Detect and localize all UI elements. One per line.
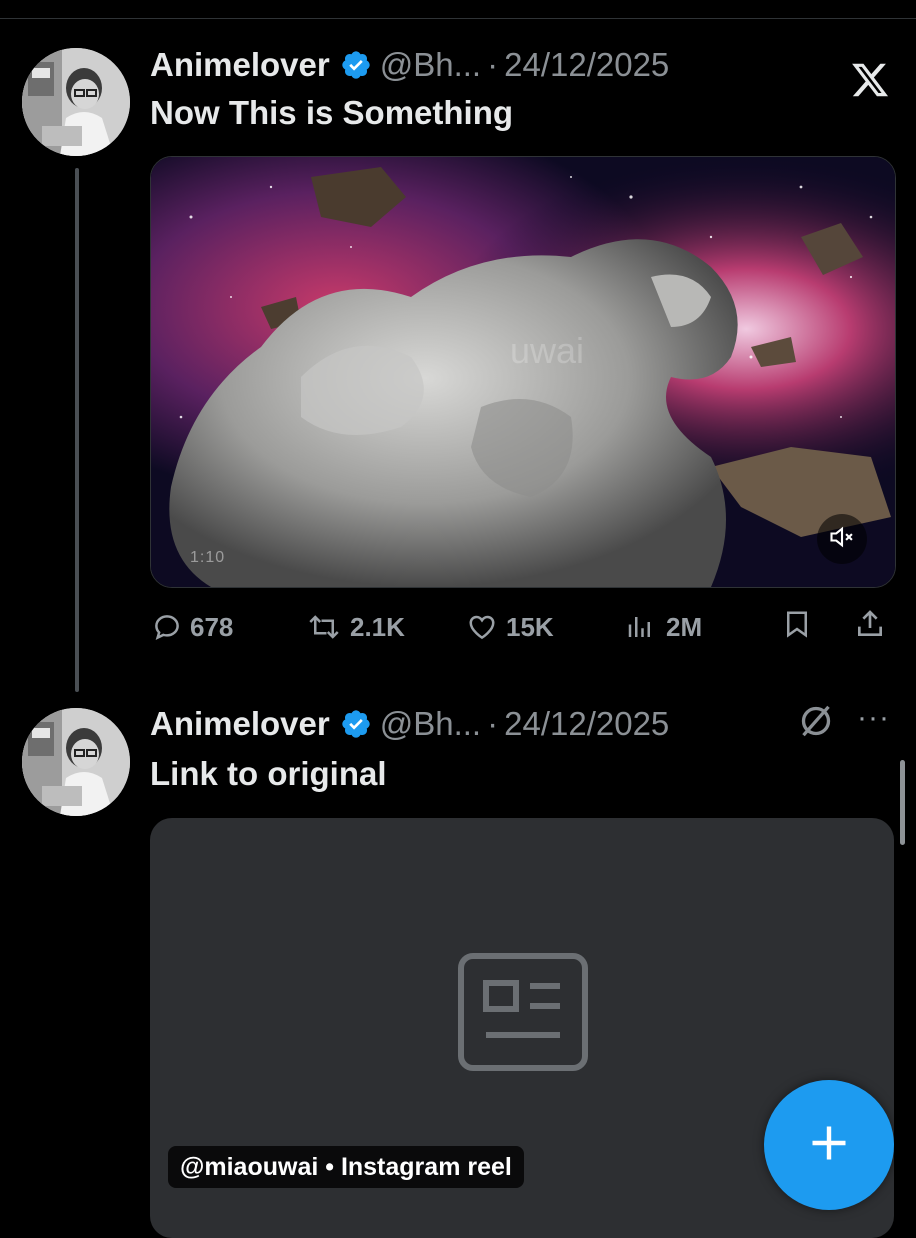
- author-name[interactable]: Animelover: [150, 46, 330, 84]
- like-button[interactable]: 15K: [466, 605, 554, 649]
- like-count: 15K: [506, 611, 554, 642]
- video-watermark: uwai: [510, 330, 585, 371]
- separator-dot: ·: [487, 705, 499, 742]
- author-handle[interactable]: @Bh...: [380, 705, 481, 743]
- plus-icon: [807, 1121, 851, 1170]
- grok-button[interactable]: [796, 703, 836, 743]
- tweet-header: Animelover @Bh... · 24/12/2025: [150, 694, 669, 754]
- verified-icon: [340, 708, 372, 740]
- retweet-count: 2.1K: [350, 611, 405, 642]
- grok-icon: [796, 701, 836, 746]
- x-logo-icon: [849, 60, 891, 100]
- video-timestamp: 1:10: [190, 549, 226, 566]
- reply-icon: [152, 612, 182, 642]
- retweet-icon: [306, 612, 342, 642]
- views-button[interactable]: 2M: [622, 605, 702, 649]
- tweet-text: Link to original: [150, 755, 387, 792]
- scrollbar[interactable]: [900, 760, 905, 845]
- tweet-header: Animelover @Bh... · 24/12/2025: [150, 35, 669, 95]
- views-count: 2M: [666, 611, 703, 642]
- tweet-date[interactable]: 24/12/2025: [504, 46, 669, 84]
- article-icon: [458, 953, 588, 1071]
- tweet-text: Now This is Something: [150, 94, 514, 131]
- author-handle[interactable]: @Bh...: [380, 46, 481, 84]
- retweet-button[interactable]: 2.1K: [306, 605, 405, 649]
- author-avatar[interactable]: [22, 708, 130, 816]
- share-button[interactable]: [854, 605, 886, 649]
- author-avatar[interactable]: [22, 48, 130, 156]
- bookmark-button[interactable]: [782, 605, 812, 649]
- tweet-date[interactable]: 24/12/2025: [504, 705, 669, 743]
- tweet-video[interactable]: [150, 156, 896, 588]
- more-icon[interactable]: ···: [857, 703, 890, 733]
- verified-icon: [340, 49, 372, 81]
- share-icon: [854, 608, 886, 647]
- card-caption: @miaouwai • Instagram reel: [168, 1146, 524, 1188]
- mute-icon: [828, 523, 856, 556]
- author-name[interactable]: Animelover: [150, 705, 330, 743]
- reply-button[interactable]: 678: [152, 605, 233, 649]
- like-icon: [466, 612, 498, 642]
- top-divider: [0, 18, 916, 19]
- views-icon: [622, 612, 658, 642]
- bookmark-icon: [782, 608, 812, 647]
- compose-button[interactable]: [764, 1080, 894, 1210]
- mute-button[interactable]: [817, 514, 867, 564]
- tweet-actions: 678 2.1K 15K 2M: [0, 605, 916, 649]
- separator-dot: ·: [487, 46, 499, 83]
- reply-count: 678: [190, 611, 234, 642]
